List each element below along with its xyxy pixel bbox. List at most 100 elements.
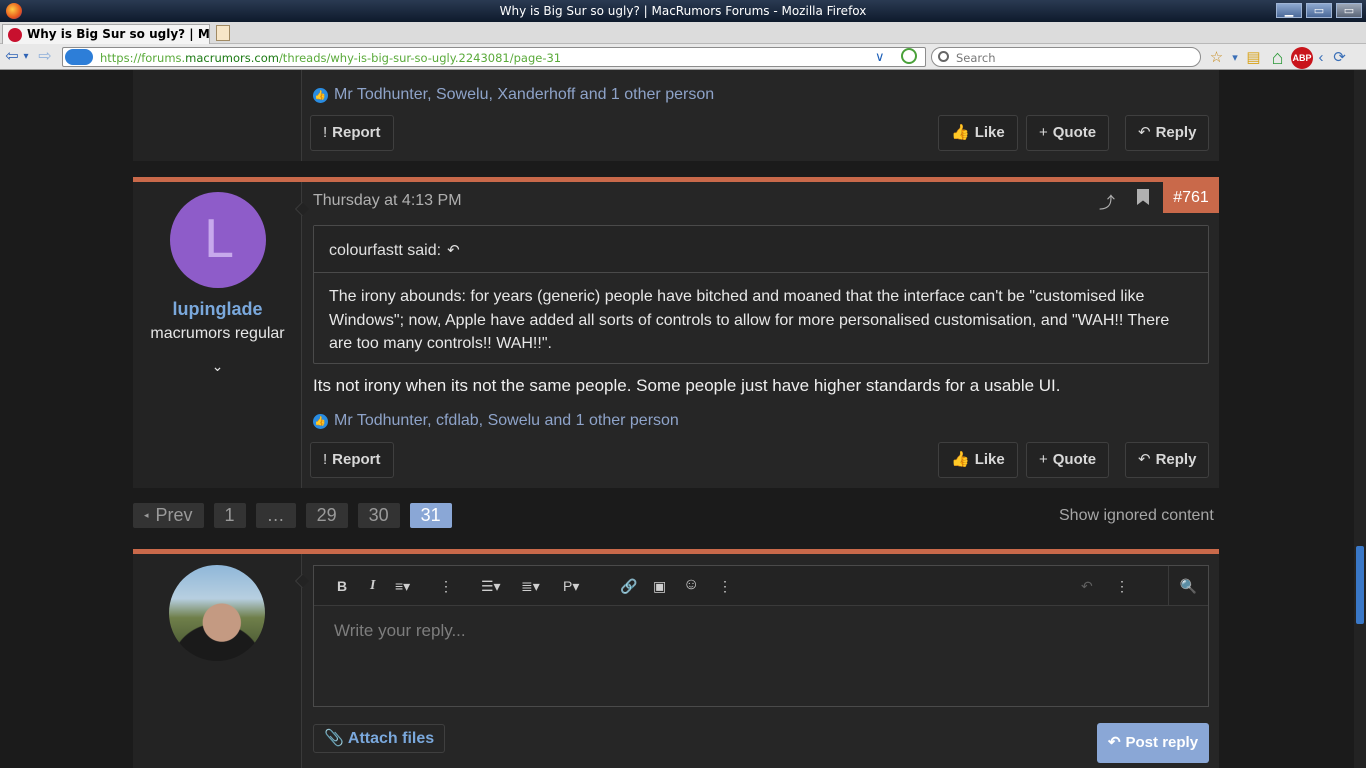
url-path: /threads/why-is-big-sur-so-ugly.2243081/… <box>278 51 562 65</box>
thumbs-up-icon: 👍 <box>951 124 970 141</box>
post-reply-label: Post reply <box>1125 734 1199 751</box>
list-icon[interactable]: ☰▾ <box>481 578 501 595</box>
search-icon <box>938 51 949 62</box>
quoted-message: colourfastt said: ↶ The irony abounds: fo… <box>313 225 1209 364</box>
bold-icon[interactable]: B <box>337 578 347 594</box>
scrollbar-thumb[interactable] <box>1356 546 1364 624</box>
close-window-button[interactable]: ▭ <box>1336 3 1362 18</box>
url-dropdown-icon[interactable]: ∨ <box>875 49 885 65</box>
post-number-link[interactable]: #761 <box>1163 182 1219 213</box>
chevron-down-icon[interactable]: ⌄ <box>133 358 302 375</box>
preview-icon[interactable]: 🔍 <box>1168 566 1208 606</box>
reactions-bar[interactable]: 👍 Mr Todhunter, Sowelu, Xanderhoff and 1 … <box>313 86 714 104</box>
window-title: Why is Big Sur so ugly? | MacRumors Foru… <box>499 4 867 18</box>
bookmark-star-icon[interactable]: ☆ <box>1206 48 1227 68</box>
report-button[interactable]: ! Report <box>310 442 394 478</box>
link-icon[interactable]: 🔗 <box>620 578 637 595</box>
post-reply-button[interactable]: ↶ Post reply <box>1097 723 1209 763</box>
new-tab-button[interactable] <box>216 25 230 41</box>
adblock-icon[interactable]: ABP <box>1291 47 1313 69</box>
plus-icon: + <box>1039 124 1048 141</box>
tab-active[interactable]: Why is Big Sur so ugly? | M... <box>2 24 210 44</box>
more-options-icon[interactable]: ⋮ <box>1115 578 1129 595</box>
undo-icon[interactable]: ↶ <box>1081 578 1093 595</box>
page-ellipsis[interactable]: … <box>255 503 296 528</box>
history-dropdown-icon[interactable]: ▾ <box>21 48 31 66</box>
emoji-icon[interactable]: ☺ <box>683 576 699 594</box>
forward-icon[interactable]: ⇨ <box>36 48 54 66</box>
site-identity-icon[interactable] <box>65 49 93 65</box>
chevron-left-icon[interactable]: ‹ <box>1316 48 1326 68</box>
back-icon[interactable]: ⇦ <box>3 48 21 66</box>
share-icon[interactable]: ⤴ <box>1099 189 1115 213</box>
reply-button[interactable]: ↶ Reply <box>1125 115 1210 151</box>
font-size-icon[interactable]: ≡▾ <box>395 578 410 595</box>
user-title: macrumors regular <box>150 325 285 342</box>
avatar[interactable] <box>169 565 265 661</box>
reply-icon: ↶ <box>1138 451 1151 468</box>
quote-label: Quote <box>1052 451 1097 468</box>
minimize-button[interactable]: ▁ <box>1276 3 1302 18</box>
paperclip-icon: 📎 <box>324 730 344 747</box>
reply-icon: ↶ <box>1138 124 1151 141</box>
bookmark-icon[interactable] <box>1137 189 1149 205</box>
bookmarks-icon[interactable]: ▤ <box>1243 48 1264 68</box>
image-icon[interactable]: ▣ <box>653 578 666 595</box>
reload-icon[interactable] <box>901 48 917 64</box>
quote-author: colourfastt said: <box>329 242 442 259</box>
report-button[interactable]: ! Report <box>310 115 394 151</box>
italic-icon[interactable]: I <box>370 578 375 594</box>
paragraph-icon[interactable]: P▾ <box>563 578 579 595</box>
align-icon[interactable]: ≣▾ <box>521 578 540 595</box>
attach-files-button[interactable]: 📎 Attach files <box>313 724 446 753</box>
maximize-button[interactable]: ▭ <box>1306 3 1332 18</box>
url-bar[interactable]: https://forums.macrumors.com/threads/why… <box>62 47 926 67</box>
page-link-29[interactable]: 29 <box>305 503 348 528</box>
quick-reply: B I ≡▾ ⋮ ☰▾ ≣▾ P▾ 🔗 ▣ ☺ ⋮ ↶ ⋮ 🔍 Write yo… <box>133 554 1219 768</box>
navigation-bar: ⇦ ▾ ⇨ https://forums.macrumors.com/threa… <box>0 44 1366 70</box>
post: 👍 Mr Todhunter, Sowelu, Xanderhoff and 1 … <box>133 70 1219 161</box>
more-options-icon[interactable]: ⋮ <box>439 578 453 595</box>
reply-button[interactable]: ↶ Reply <box>1125 442 1210 478</box>
plus-icon: + <box>1039 451 1048 468</box>
page-scrollbar[interactable] <box>1354 70 1366 768</box>
jump-to-quote-icon[interactable]: ↶ <box>447 241 460 259</box>
like-label: Like <box>974 451 1005 468</box>
post: L lupinglade macrumors regular ⌄ Thursda… <box>133 182 1219 488</box>
quote-header[interactable]: colourfastt said: ↶ <box>314 226 1208 273</box>
show-ignored-link[interactable]: Show ignored content <box>1059 507 1214 525</box>
post-date-link[interactable]: Thursday at 4:13 PM <box>313 192 462 210</box>
reply-label: Reply <box>1155 451 1197 468</box>
pagination: ◂ Prev 1 … 29 30 31 <box>133 503 452 528</box>
reactions-bar[interactable]: 👍 Mr Todhunter, cfdlab, Sowelu and 1 othe… <box>313 412 679 430</box>
minimize-icon: ▁ <box>1284 4 1294 17</box>
prev-page-button[interactable]: ◂ Prev <box>133 503 204 528</box>
close-icon: ▭ <box>1343 4 1355 17</box>
reply-icon: ↶ <box>1107 734 1121 751</box>
page-content: 👍 Mr Todhunter, Sowelu, Xanderhoff and 1 … <box>0 70 1366 768</box>
reply-input[interactable]: Write your reply... <box>334 621 466 641</box>
search-placeholder: Search <box>956 51 996 65</box>
quote-button[interactable]: + Quote <box>1026 115 1110 151</box>
like-button[interactable]: 👍 Like <box>938 442 1018 478</box>
like-reaction-icon: 👍 <box>313 88 328 103</box>
more-options-icon[interactable]: ⋮ <box>718 578 732 595</box>
report-label: Report <box>332 124 381 141</box>
page-link-1[interactable]: 1 <box>213 503 246 528</box>
sync-icon[interactable]: ⟳ <box>1329 48 1350 68</box>
report-icon: ! <box>323 451 328 468</box>
quote-button[interactable]: + Quote <box>1026 442 1110 478</box>
page-link-current[interactable]: 31 <box>409 503 452 528</box>
home-icon[interactable]: ⌂ <box>1267 48 1288 68</box>
like-button[interactable]: 👍 Like <box>938 115 1018 151</box>
bookmark-dropdown-icon[interactable]: ▾ <box>1230 48 1240 68</box>
page-link-30[interactable]: 30 <box>357 503 400 528</box>
username-link[interactable]: lupinglade <box>133 299 302 320</box>
search-input[interactable]: Search <box>931 47 1201 67</box>
macrumors-favicon-icon <box>8 28 22 42</box>
report-icon: ! <box>323 124 328 141</box>
user-column <box>133 70 302 161</box>
avatar[interactable]: L <box>170 192 266 288</box>
editor-toolbar: B I ≡▾ ⋮ ☰▾ ≣▾ P▾ 🔗 ▣ ☺ ⋮ ↶ ⋮ 🔍 <box>314 566 1208 606</box>
quote-label: Quote <box>1052 124 1097 141</box>
